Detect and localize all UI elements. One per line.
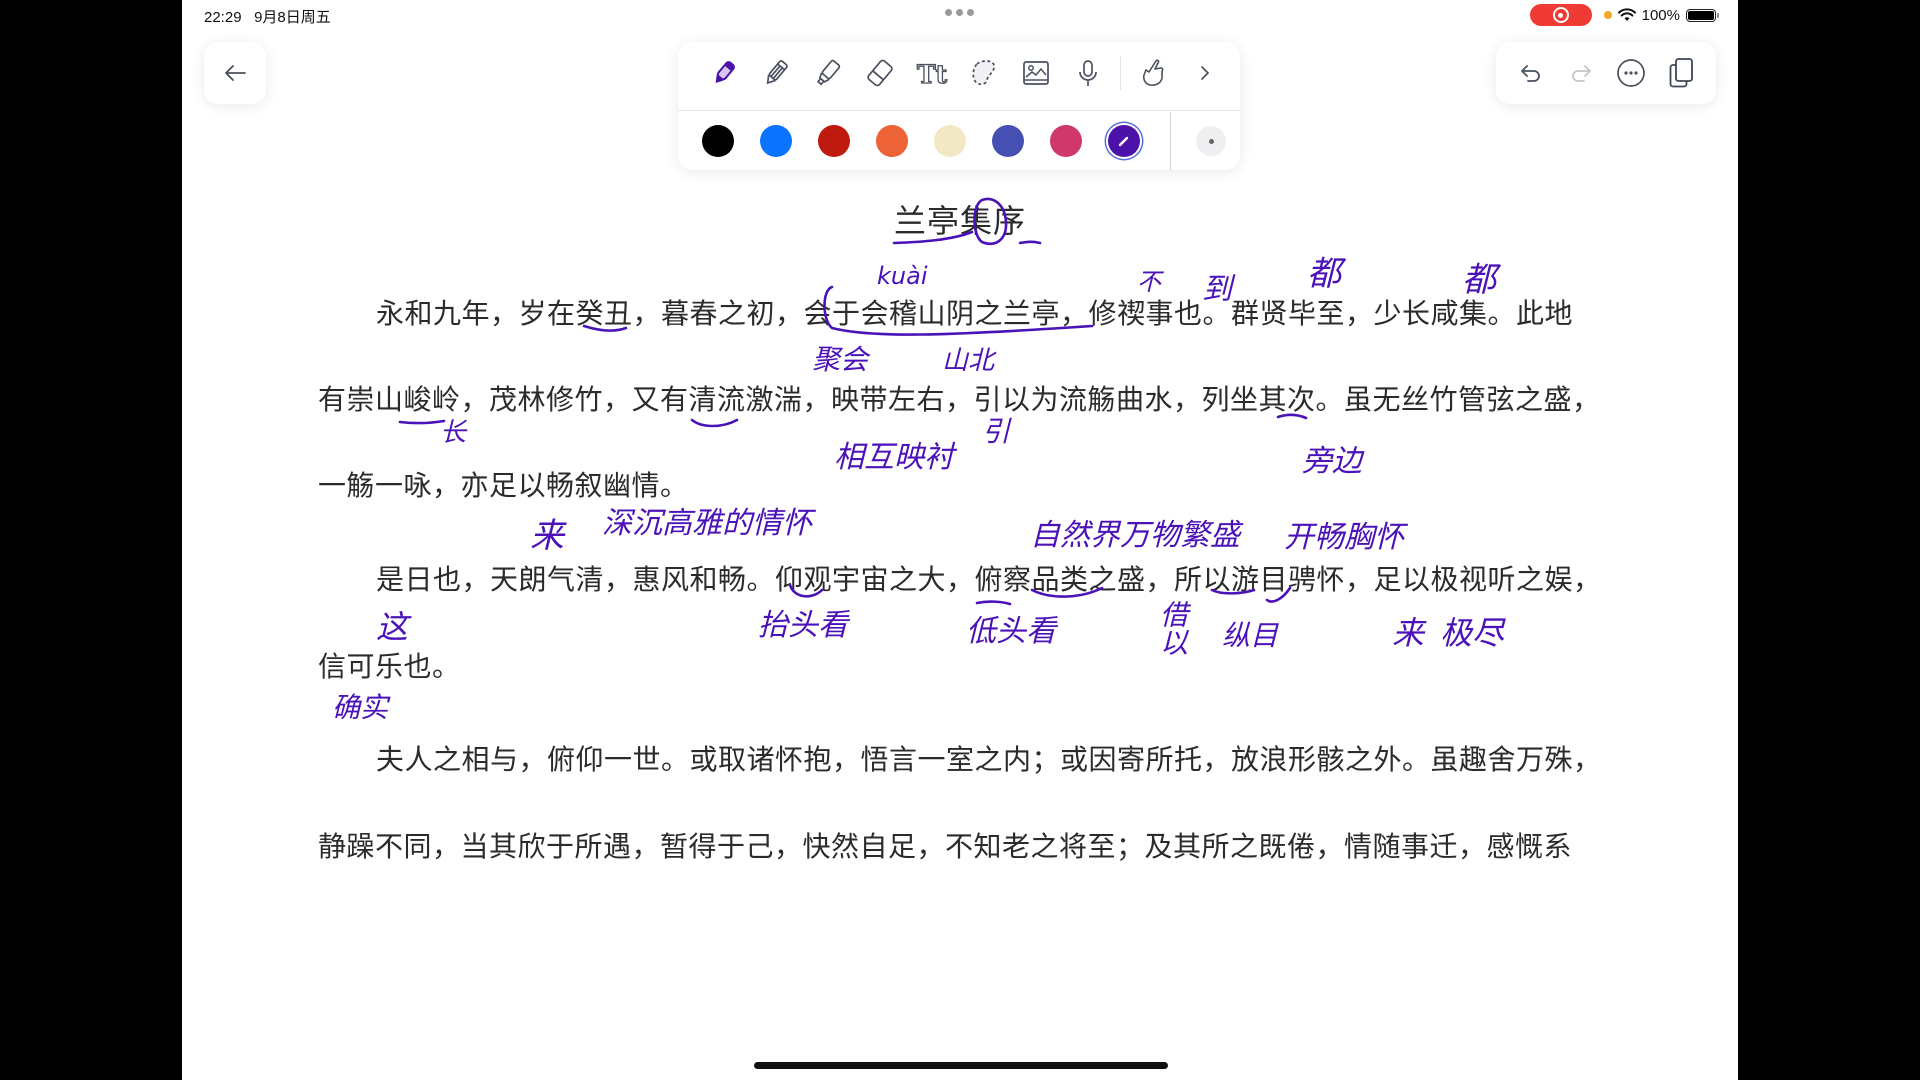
annotation: 这	[376, 608, 409, 646]
annotation: 山北	[942, 346, 995, 376]
annotation: 长	[440, 418, 467, 448]
annotation: 低头看	[966, 614, 1056, 649]
annotation: 都	[1307, 254, 1341, 294]
annotation: 相互映衬	[834, 440, 954, 475]
annotation: 来	[1392, 614, 1425, 652]
document-page[interactable]: 兰亭集序 永和九年，岁在癸丑，暮春之初，会于会稽山阴之兰亭，修禊事也。群贤毕至，…	[182, 0, 1738, 1080]
annotation: 抬头看	[758, 608, 848, 643]
annotation: 确实	[332, 691, 389, 724]
ink-strokes-layer	[398, 197, 1308, 606]
text-line: 永和九年，岁在癸丑，暮春之初，会于会稽山阴之兰亭，修禊事也。群贤毕至，少长咸集。…	[376, 297, 1574, 330]
text-line: 夫人之相与，俯仰一世。或取诸怀抱，悟言一室之内；或因寄所托，放浪形骸之外。虽趣舍…	[376, 743, 1602, 776]
ink-underline-maolin	[398, 419, 446, 425]
annotation: 来	[530, 516, 564, 556]
ipad-screen: 22:29 9月8日周五 100% Tt 兰亭集序 永和九年，岁在癸丑，暮春之初…	[182, 0, 1738, 1080]
annotation: kuài	[877, 262, 928, 290]
ink-underline-fucha	[975, 600, 1012, 606]
annotation: 引	[982, 415, 1011, 448]
text-line: 有崇山峻岭，茂林修竹，又有清流激湍，映带左右，引以为流觞曲水，列坐其次。虽无丝竹…	[318, 383, 1601, 416]
ink-underline-yingdai	[690, 418, 739, 428]
annotation: 开畅胸怀	[1284, 520, 1404, 555]
annotation: 深沉高雅的情怀	[602, 506, 812, 541]
annotation: 都	[1462, 260, 1496, 300]
document-title: 兰亭集序	[894, 202, 1027, 240]
annotation: 到	[1202, 272, 1232, 307]
annotation: 自然界万物繁盛	[1030, 518, 1240, 553]
text-line: 信可乐也。	[318, 650, 461, 683]
annotation: 借以	[1156, 600, 1189, 656]
annotation: 不	[1137, 268, 1161, 296]
text-line: 静躁不同，当其欣于所遇，暂得于己，快然自足，不知老之将至；及其所之既倦，情随事迁…	[318, 830, 1573, 863]
annotation: 旁边	[1302, 444, 1362, 479]
text-line: 是日也，天朗气清，惠风和畅。仰观宇宙之大，俯察品类之盛，所以游目骋怀，足以极视听…	[376, 563, 1602, 596]
annotation: 极尽	[1440, 614, 1505, 652]
annotation: 纵目	[1222, 619, 1279, 652]
annotation: 聚会	[812, 343, 869, 376]
home-indicator[interactable]	[754, 1062, 1168, 1069]
ink-title-underline-2	[1018, 240, 1042, 245]
